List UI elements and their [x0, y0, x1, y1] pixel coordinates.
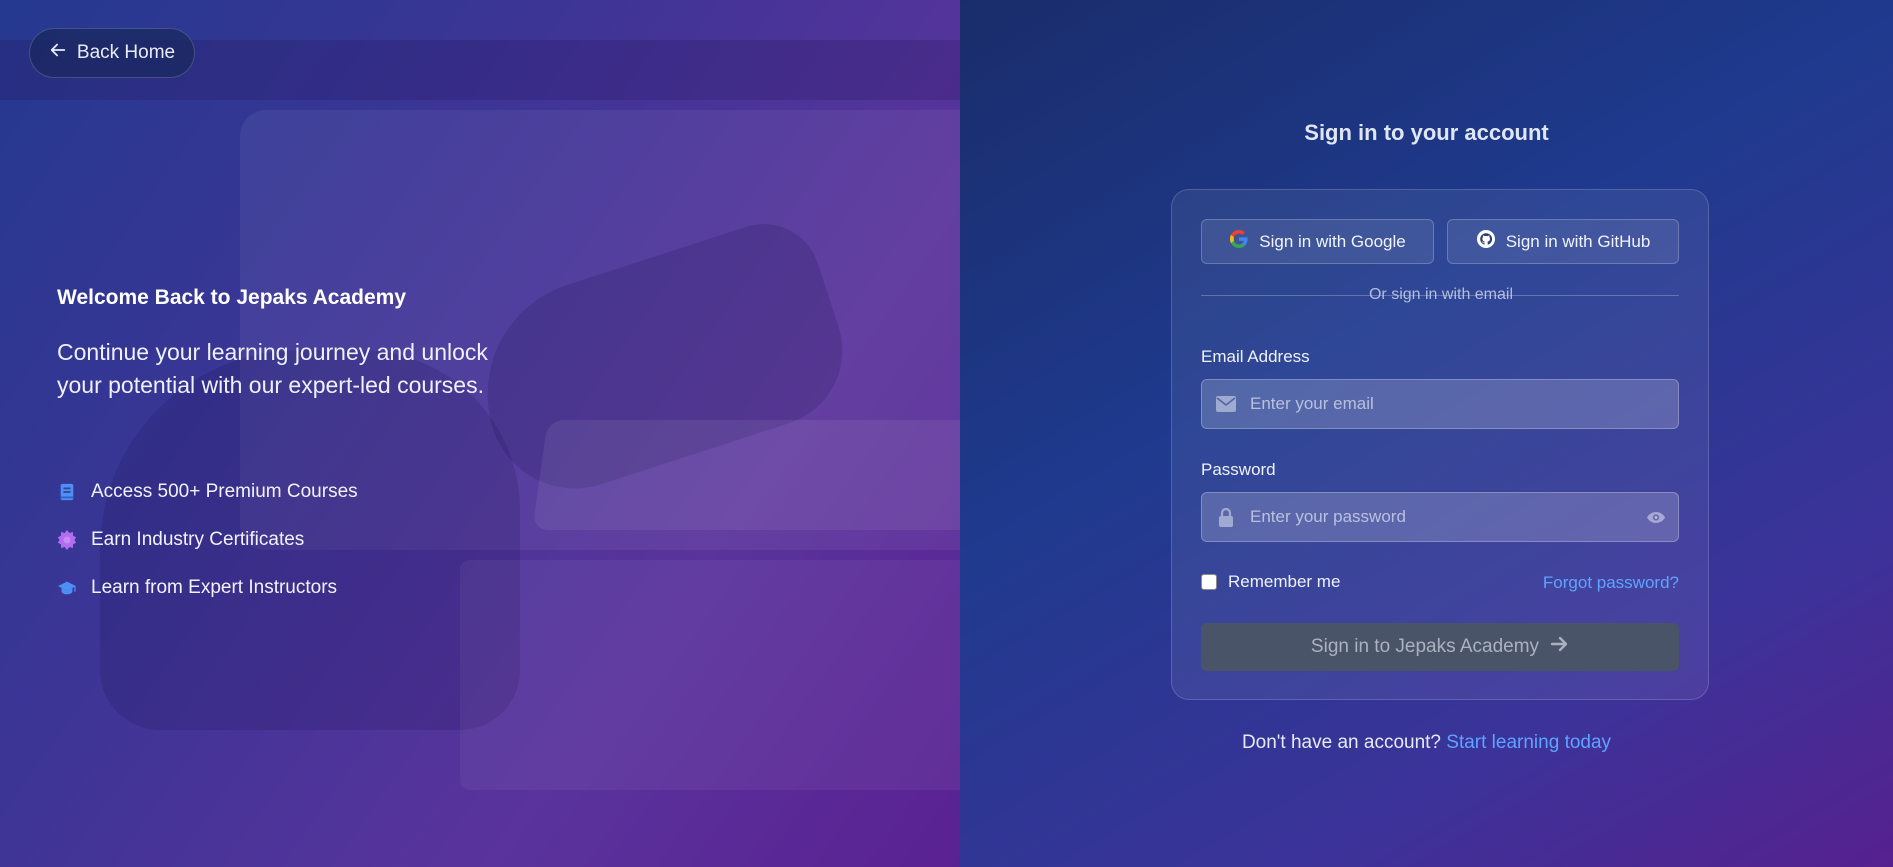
password-label: Password [1201, 460, 1276, 479]
book-icon [57, 482, 77, 502]
password-field[interactable] [1201, 492, 1679, 542]
email-field[interactable] [1201, 379, 1679, 429]
hero-tagline: Continue your learning journey and unloc… [57, 339, 488, 398]
google-icon [1229, 229, 1249, 254]
hero-panel: Back Home Welcome Back to Jepaks Academy… [0, 0, 960, 867]
hero-background-shape [460, 560, 960, 790]
remember-me[interactable]: Remember me [1201, 572, 1340, 592]
email-input[interactable] [1250, 380, 1678, 428]
arrow-right-icon [1549, 634, 1569, 660]
forgot-password-link[interactable]: Forgot password? [1543, 573, 1679, 593]
divider-label: Or sign in with email [1368, 286, 1514, 303]
feature-item: Earn Industry Certificates [57, 516, 358, 564]
feature-label: Earn Industry Certificates [91, 529, 305, 550]
github-signin-label: Sign in with GitHub [1505, 231, 1651, 251]
google-signin-label: Sign in with Google [1259, 231, 1406, 251]
feature-label: Access 500+ Premium Courses [91, 481, 358, 502]
back-home-button[interactable]: Back Home [29, 28, 195, 78]
github-icon [1476, 229, 1496, 254]
show-password-icon[interactable] [1634, 511, 1678, 524]
hero-welcome-heading: Welcome Back to Jepaks Academy [57, 286, 407, 309]
signin-card: Sign in with Google Sign in with GitHub … [1171, 189, 1709, 700]
back-home-label: Back Home [76, 42, 176, 63]
signin-title: Sign in to your account [1304, 120, 1549, 145]
graduation-cap-icon [57, 578, 77, 598]
feature-list: Access 500+ Premium Courses Earn Industr… [57, 468, 358, 612]
remember-me-label: Remember me [1228, 572, 1341, 591]
github-signin-button[interactable]: Sign in with GitHub [1447, 219, 1679, 264]
start-learning-link[interactable]: Start learning today [1446, 732, 1611, 753]
envelope-icon [1202, 396, 1250, 412]
signin-panel: Sign in to your account Sign in with Goo… [960, 0, 1893, 867]
feature-label: Learn from Expert Instructors [91, 577, 338, 598]
feature-item: Access 500+ Premium Courses [57, 468, 358, 516]
google-signin-button[interactable]: Sign in with Google [1201, 219, 1434, 264]
divider-text: Or sign in with email [1172, 286, 1710, 304]
signin-submit-button[interactable]: Sign in to Jepaks Academy [1201, 623, 1679, 671]
signin-submit-label: Sign in to Jepaks Academy [1310, 636, 1540, 657]
lock-icon [1202, 507, 1250, 527]
email-label: Email Address [1201, 347, 1310, 366]
signup-prompt-text: Don't have an account? [1241, 732, 1441, 753]
certificate-icon [57, 530, 77, 550]
remember-me-checkbox[interactable] [1201, 574, 1217, 590]
arrow-left-icon [49, 41, 67, 65]
signup-prompt: Don't have an account? Start learning to… [960, 732, 1893, 754]
hero-background-shape [532, 420, 960, 530]
feature-item: Learn from Expert Instructors [57, 564, 358, 612]
password-input[interactable] [1250, 493, 1634, 541]
